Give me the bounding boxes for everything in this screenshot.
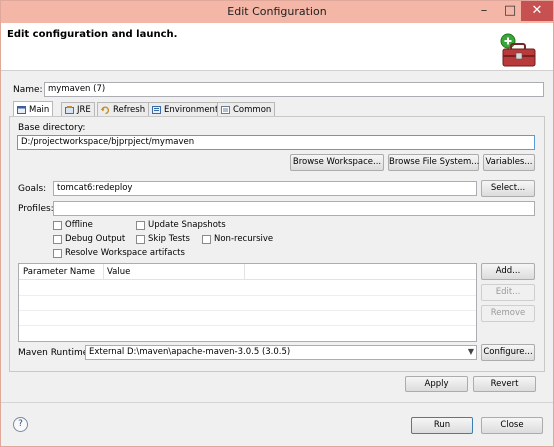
- apply-button[interactable]: Apply: [405, 376, 468, 392]
- name-label: Name:: [13, 85, 43, 95]
- offline-checkbox-box[interactable]: [53, 220, 62, 230]
- skip-tests-label: Skip Tests: [148, 234, 190, 244]
- maximize-button[interactable]: □: [497, 1, 523, 21]
- tab-jre[interactable]: JRE: [61, 102, 95, 117]
- common-icon: [221, 106, 230, 114]
- add-parameter-button[interactable]: Add...: [481, 263, 535, 280]
- maven-runtime-select[interactable]: External D:\maven\apache-maven-3.0.5 (3.…: [85, 345, 477, 360]
- minimize-button[interactable]: –: [471, 1, 497, 21]
- tab-environment-label: Environment: [164, 105, 219, 115]
- resolve-workspace-checkbox-box[interactable]: [53, 248, 62, 258]
- profiles-label: Profiles:: [18, 204, 54, 214]
- debug-output-label: Debug Output: [65, 234, 126, 244]
- environment-icon: [152, 106, 161, 114]
- table-row-line: [19, 325, 476, 326]
- update-snapshots-label: Update Snapshots: [148, 220, 226, 230]
- base-directory-label: Base directory:: [18, 123, 86, 133]
- tab-environment[interactable]: Environment: [148, 102, 223, 117]
- remove-parameter-button[interactable]: Remove: [481, 305, 535, 322]
- non-recursive-checkbox-box[interactable]: [202, 234, 211, 244]
- skip-tests-checkbox[interactable]: Skip Tests: [136, 234, 190, 244]
- edit-configuration-dialog: Edit Configuration – □ ✕ Edit configurat…: [0, 0, 554, 447]
- parameter-table-header: Parameter Name Value: [19, 264, 476, 280]
- table-row-line: [19, 310, 476, 311]
- name-input[interactable]: mymaven (7): [44, 82, 544, 97]
- goals-input[interactable]: tomcat6:redeploy: [53, 181, 477, 196]
- help-icon[interactable]: ?: [13, 417, 28, 432]
- parameter-table[interactable]: Parameter Name Value: [18, 263, 477, 342]
- close-button[interactable]: Close: [481, 417, 543, 434]
- maven-runtime-value: External D:\maven\apache-maven-3.0.5 (3.…: [89, 347, 291, 357]
- debug-output-checkbox-box[interactable]: [53, 234, 62, 244]
- header-message: Edit configuration and launch.: [7, 29, 178, 40]
- select-goals-button[interactable]: Select...: [481, 180, 535, 197]
- column-divider: [103, 264, 104, 279]
- profiles-input[interactable]: [53, 201, 535, 216]
- table-row-line: [19, 295, 476, 296]
- tab-jre-label: JRE: [77, 105, 91, 115]
- edit-parameter-button[interactable]: Edit...: [481, 284, 535, 301]
- variables-button[interactable]: Variables...: [483, 154, 535, 171]
- tab-common[interactable]: Common: [217, 102, 276, 117]
- base-directory-input[interactable]: D:/projectworkspace/bjprpject/mymaven: [17, 135, 535, 150]
- tab-refresh-label: Refresh: [113, 105, 146, 115]
- update-snapshots-checkbox[interactable]: Update Snapshots: [136, 220, 226, 230]
- title-bar[interactable]: Edit Configuration – □ ✕: [1, 1, 553, 23]
- jre-icon: [65, 106, 74, 114]
- column-divider: [244, 264, 245, 279]
- main-tab-icon: [17, 105, 26, 114]
- tab-common-label: Common: [233, 105, 272, 115]
- non-recursive-label: Non-recursive: [214, 234, 274, 244]
- refresh-icon: [101, 106, 110, 115]
- browse-file-system-button[interactable]: Browse File System...: [388, 154, 479, 171]
- toolbox-icon: [498, 31, 540, 74]
- tab-main-label: Main: [29, 104, 50, 115]
- resolve-workspace-checkbox[interactable]: Resolve Workspace artifacts: [53, 248, 185, 258]
- maven-runtime-label: Maven Runtime:: [18, 348, 92, 358]
- value-header[interactable]: Value: [107, 267, 130, 277]
- skip-tests-checkbox-box[interactable]: [136, 234, 145, 244]
- footer-divider: [1, 402, 553, 403]
- close-window-button[interactable]: ✕: [521, 1, 553, 21]
- browse-workspace-button[interactable]: Browse Workspace...: [290, 154, 384, 171]
- tab-main[interactable]: Main: [13, 101, 54, 117]
- dialog-header: Edit configuration and launch.: [1, 23, 553, 71]
- parameter-name-header[interactable]: Parameter Name: [23, 267, 95, 277]
- revert-button[interactable]: Revert: [473, 376, 536, 392]
- run-button[interactable]: Run: [411, 417, 473, 434]
- debug-output-checkbox[interactable]: Debug Output: [53, 234, 125, 244]
- non-recursive-checkbox[interactable]: Non-recursive: [202, 234, 273, 244]
- chevron-down-icon[interactable]: ▼: [468, 347, 474, 356]
- goals-label: Goals:: [18, 184, 47, 194]
- resolve-workspace-label: Resolve Workspace artifacts: [65, 248, 185, 258]
- tab-refresh[interactable]: Refresh: [97, 102, 150, 117]
- offline-checkbox[interactable]: Offline: [53, 220, 93, 230]
- update-snapshots-checkbox-box[interactable]: [136, 220, 145, 230]
- configure-runtime-button[interactable]: Configure...: [481, 344, 535, 361]
- offline-label: Offline: [65, 220, 93, 230]
